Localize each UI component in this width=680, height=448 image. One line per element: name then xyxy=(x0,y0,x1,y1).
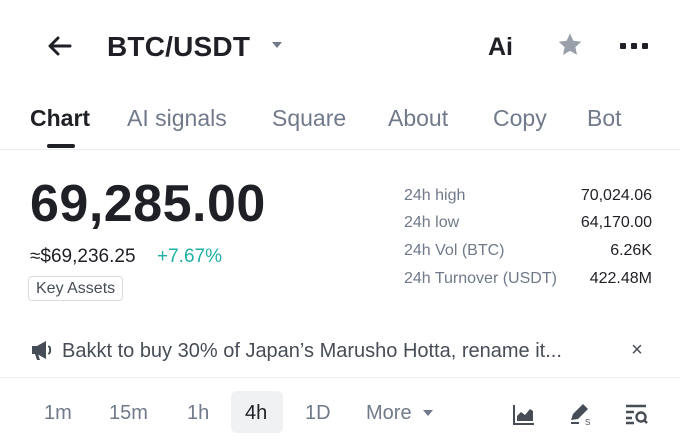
key-assets-tag[interactable]: Key Assets xyxy=(28,276,124,301)
stat-value-24h-high: 70,024.06 xyxy=(580,187,652,204)
stat-label-24h-high: 24h high xyxy=(404,187,466,204)
star-icon[interactable] xyxy=(556,31,584,59)
timeframe-1m[interactable]: 1m xyxy=(44,398,72,428)
timeframe-1h[interactable]: 1h xyxy=(187,398,209,428)
stat-label-24h-vol: 24h Vol (BTC) xyxy=(404,242,505,259)
tab-square[interactable]: Square xyxy=(272,102,346,134)
timeframe-15m[interactable]: 15m xyxy=(109,398,148,428)
caret-down-icon[interactable] xyxy=(423,410,433,417)
last-price: 69,285.00 xyxy=(30,175,266,233)
tab-ai-signals[interactable]: AI signals xyxy=(127,102,227,134)
tab-copy[interactable]: Copy xyxy=(493,102,547,134)
caret-down-icon[interactable] xyxy=(270,40,284,50)
indicator-settings-icon[interactable] xyxy=(624,402,648,426)
chart-area-icon[interactable] xyxy=(512,402,536,426)
active-tab-indicator xyxy=(47,144,75,148)
usd-price: ≈$69,236.25 xyxy=(30,246,136,267)
draw-tools-icon[interactable]: S xyxy=(568,402,592,426)
tab-chart[interactable]: Chart xyxy=(30,102,90,134)
timeframe-more[interactable]: More xyxy=(366,398,412,428)
tabs-divider xyxy=(0,149,680,150)
tab-bot[interactable]: Bot xyxy=(587,102,622,134)
news-headline[interactable]: Bakkt to buy 30% of Japan’s Marusho Hott… xyxy=(62,337,592,365)
timeframe-4h[interactable]: 4h xyxy=(245,398,267,428)
stat-label-24h-low: 24h low xyxy=(404,214,460,231)
price-change-percent: +7.67% xyxy=(157,246,222,267)
stat-value-24h-low: 64,170.00 xyxy=(580,214,652,231)
tab-about[interactable]: About xyxy=(388,102,448,134)
stat-label-24h-turnover: 24h Turnover (USDT) xyxy=(404,270,557,287)
news-divider xyxy=(0,377,680,378)
stat-value-24h-turnover: 422.48M xyxy=(589,270,652,287)
close-icon[interactable]: × xyxy=(627,340,647,360)
back-arrow-icon[interactable] xyxy=(44,30,76,62)
megaphone-icon xyxy=(32,341,52,360)
pair-title[interactable]: BTC/USDT xyxy=(107,28,250,66)
more-dots-icon[interactable] xyxy=(618,40,650,52)
ai-button[interactable]: Ai xyxy=(488,30,513,64)
svg-text:S: S xyxy=(585,418,590,426)
timeframe-1d[interactable]: 1D xyxy=(305,398,331,428)
stat-value-24h-vol: 6.26K xyxy=(610,242,652,259)
